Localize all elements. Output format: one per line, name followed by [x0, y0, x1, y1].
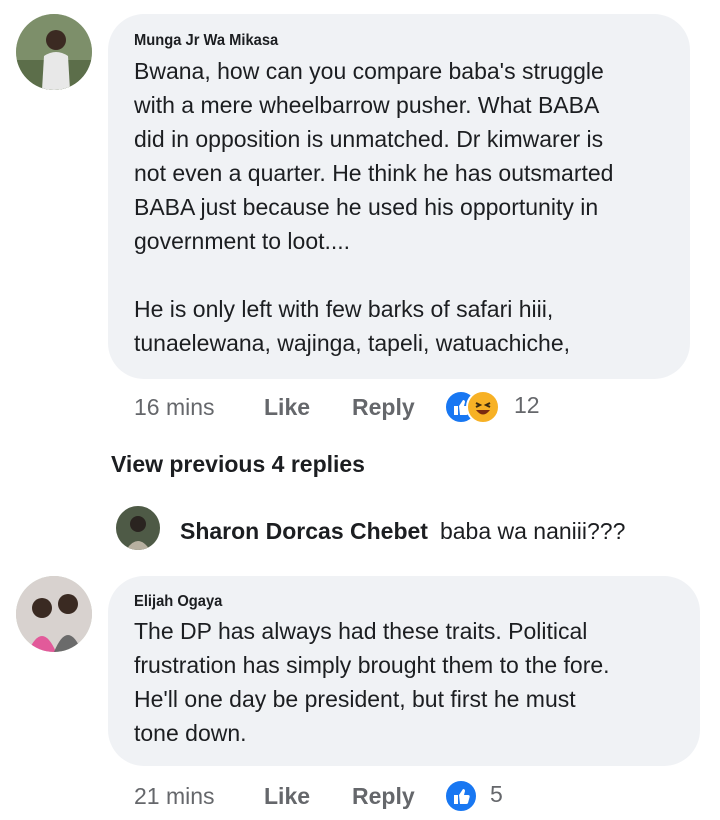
- comment-author[interactable]: Elijah Ogaya: [134, 593, 222, 611]
- comment-author[interactable]: Munga Jr Wa Mikasa: [134, 32, 278, 50]
- reply-preview-text: baba wa naniii???: [439, 518, 626, 544]
- avatar-munga[interactable]: [16, 14, 92, 90]
- reaction-summary[interactable]: 5: [444, 779, 524, 813]
- avatar-sharon[interactable]: [116, 506, 160, 550]
- like-button[interactable]: Like: [264, 783, 310, 810]
- reply-button[interactable]: Reply: [352, 394, 415, 421]
- reaction-count: 5: [490, 781, 503, 807]
- reply-preview[interactable]: Sharon Dorcas Chebet baba wa naniii???: [180, 518, 625, 545]
- reaction-summary[interactable]: 12: [444, 390, 554, 424]
- like-icon: [444, 779, 478, 813]
- comment-timestamp[interactable]: 16 mins: [134, 394, 215, 421]
- comment-timestamp[interactable]: 21 mins: [134, 783, 215, 810]
- avatar-elijah[interactable]: [16, 576, 92, 652]
- reply-button[interactable]: Reply: [352, 783, 415, 810]
- view-previous-replies-link[interactable]: View previous 4 replies: [111, 451, 365, 478]
- comment-text: Bwana, how can you compare baba's strugg…: [134, 58, 614, 356]
- reaction-count: 12: [514, 392, 540, 418]
- comment-text: The DP has always had these traits. Poli…: [134, 618, 610, 746]
- haha-icon: [466, 390, 500, 424]
- like-button[interactable]: Like: [264, 394, 310, 421]
- reply-preview-author[interactable]: Sharon Dorcas Chebet: [180, 518, 428, 544]
